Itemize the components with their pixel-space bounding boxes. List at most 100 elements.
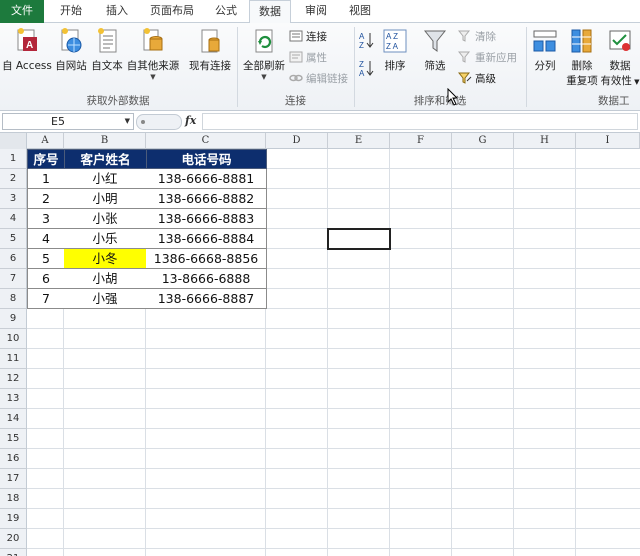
- from-web-button[interactable]: 自网站: [54, 27, 88, 73]
- row-header-16[interactable]: 16: [0, 449, 27, 469]
- row-header-1[interactable]: 1: [0, 149, 27, 169]
- existing-connections-button[interactable]: 现有连接: [186, 27, 234, 73]
- table-cell[interactable]: 138-6666-8883: [146, 209, 267, 229]
- access-icon: A: [15, 27, 39, 55]
- table-cell[interactable]: 1: [27, 169, 65, 189]
- col-header-B[interactable]: B: [64, 133, 146, 149]
- group-label-sort-filter: 排序和筛选: [413, 95, 467, 107]
- remove-duplicates-button[interactable]: 删除 重复项: [562, 27, 602, 88]
- tab-view[interactable]: 视图: [340, 0, 380, 23]
- row-header-4[interactable]: 4: [0, 209, 27, 229]
- table-cell[interactable]: 138-6666-8882: [146, 189, 267, 209]
- row-header-7[interactable]: 7: [0, 269, 27, 289]
- tab-review[interactable]: 审阅: [296, 0, 336, 23]
- table-cell[interactable]: 13-8666-6888: [146, 269, 267, 289]
- table-cell[interactable]: 小冬: [64, 249, 147, 269]
- gridline-horizontal: [27, 468, 640, 469]
- clear-filter-button[interactable]: 清除: [457, 28, 496, 46]
- col-header-I[interactable]: I: [576, 133, 640, 149]
- row-header-5[interactable]: 5: [0, 229, 27, 249]
- row-header-2[interactable]: 2: [0, 169, 27, 189]
- table-cell[interactable]: 小红: [64, 169, 147, 189]
- table-header-cell[interactable]: 电话号码: [146, 149, 267, 169]
- connections-button[interactable]: 连接: [289, 28, 327, 46]
- insert-function-button[interactable]: fx: [185, 114, 196, 127]
- table-cell[interactable]: 138-6666-8884: [146, 229, 267, 249]
- row-header-11[interactable]: 11: [0, 349, 27, 369]
- table-cell[interactable]: 7: [27, 289, 65, 309]
- col-header-A[interactable]: A: [27, 133, 64, 149]
- name-box[interactable]: E5 ▼: [2, 113, 134, 130]
- row-header-6[interactable]: 6: [0, 249, 27, 269]
- text-to-columns-button[interactable]: 分列: [530, 27, 560, 73]
- properties-button[interactable]: 属性: [289, 49, 327, 67]
- table-cell[interactable]: 138-6666-8881: [146, 169, 267, 189]
- row-header-18[interactable]: 18: [0, 489, 27, 509]
- sort-descending-button[interactable]: ZA: [358, 59, 376, 80]
- svg-text:Z A: Z A: [386, 42, 399, 51]
- filter-funnel-icon: [423, 27, 447, 55]
- table-header-cell[interactable]: 序号: [27, 149, 65, 169]
- filter-button[interactable]: 筛选: [420, 27, 450, 73]
- remove-duplicates-icon: [570, 27, 594, 55]
- gridline-horizontal: [27, 368, 640, 369]
- svg-text:Z: Z: [359, 41, 364, 49]
- table-cell[interactable]: 5: [27, 249, 65, 269]
- col-header-G[interactable]: G: [452, 133, 514, 149]
- table-header-cell[interactable]: 客户姓名: [64, 149, 147, 169]
- table-cell[interactable]: 小明: [64, 189, 147, 209]
- split-columns-icon: [533, 27, 557, 55]
- formula-bar-resize-handle[interactable]: [136, 114, 182, 130]
- advanced-filter-button[interactable]: 高级: [457, 70, 496, 88]
- row-header-3[interactable]: 3: [0, 189, 27, 209]
- select-all-corner[interactable]: [0, 133, 27, 149]
- col-header-H[interactable]: H: [514, 133, 576, 149]
- row-header-12[interactable]: 12: [0, 369, 27, 389]
- tab-file[interactable]: 文件: [0, 0, 44, 23]
- sort-button[interactable]: A ZZ A 排序: [380, 27, 410, 73]
- data-validation-button[interactable]: 数据 有效性 ▼: [600, 27, 640, 88]
- col-header-D[interactable]: D: [266, 133, 328, 149]
- row-header-13[interactable]: 13: [0, 389, 27, 409]
- row-header-8[interactable]: 8: [0, 289, 27, 309]
- col-header-C[interactable]: C: [146, 133, 266, 149]
- row-header-17[interactable]: 17: [0, 469, 27, 489]
- table-cell[interactable]: 6: [27, 269, 65, 289]
- tab-insert[interactable]: 插入: [96, 0, 138, 23]
- tab-data[interactable]: 数据: [249, 0, 291, 24]
- from-access-button[interactable]: A 自 Access: [2, 27, 52, 73]
- chevron-down-icon: ▼: [150, 73, 156, 81]
- gridline-horizontal: [27, 428, 640, 429]
- table-cell[interactable]: 1386-6668-8856: [146, 249, 267, 269]
- table-cell[interactable]: 2: [27, 189, 65, 209]
- table-cell[interactable]: 3: [27, 209, 65, 229]
- tab-home[interactable]: 开始: [50, 0, 92, 23]
- row-header-10[interactable]: 10: [0, 329, 27, 349]
- row-header-9[interactable]: 9: [0, 309, 27, 329]
- sort-dialog-icon: A ZZ A: [383, 27, 407, 55]
- tab-formulas[interactable]: 公式: [206, 0, 246, 23]
- spreadsheet-grid[interactable]: A B C D E F G H I 1 2 3 4 5 6 7 8 9 10 11 12 13 14 15 1…: [0, 133, 640, 556]
- formula-input[interactable]: [202, 113, 638, 130]
- table-cell[interactable]: 小强: [64, 289, 147, 309]
- table-cell[interactable]: 4: [27, 229, 65, 249]
- row-header-20[interactable]: 20: [0, 529, 27, 549]
- from-other-sources-button[interactable]: 自其他来源 ▼: [126, 27, 180, 81]
- col-header-F[interactable]: F: [390, 133, 452, 149]
- row-header-21[interactable]: 21: [0, 549, 27, 556]
- row-header-19[interactable]: 19: [0, 509, 27, 529]
- edit-links-button[interactable]: 编辑链接: [289, 70, 348, 88]
- group-label-external-data: 获取外部数据: [86, 95, 150, 107]
- reapply-button[interactable]: 重新应用: [457, 49, 517, 67]
- table-cell[interactable]: 小张: [64, 209, 147, 229]
- from-text-button[interactable]: 自文本: [90, 27, 124, 73]
- table-cell[interactable]: 小胡: [64, 269, 147, 289]
- table-cell[interactable]: 小乐: [64, 229, 147, 249]
- col-header-E[interactable]: E: [328, 133, 390, 149]
- tab-page-layout[interactable]: 页面布局: [142, 0, 202, 23]
- table-cell[interactable]: 138-6666-8887: [146, 289, 267, 309]
- row-header-14[interactable]: 14: [0, 409, 27, 429]
- row-header-15[interactable]: 15: [0, 429, 27, 449]
- refresh-all-button[interactable]: 全部刷新 ▼: [241, 27, 287, 81]
- sort-ascending-button[interactable]: AZ: [358, 31, 376, 52]
